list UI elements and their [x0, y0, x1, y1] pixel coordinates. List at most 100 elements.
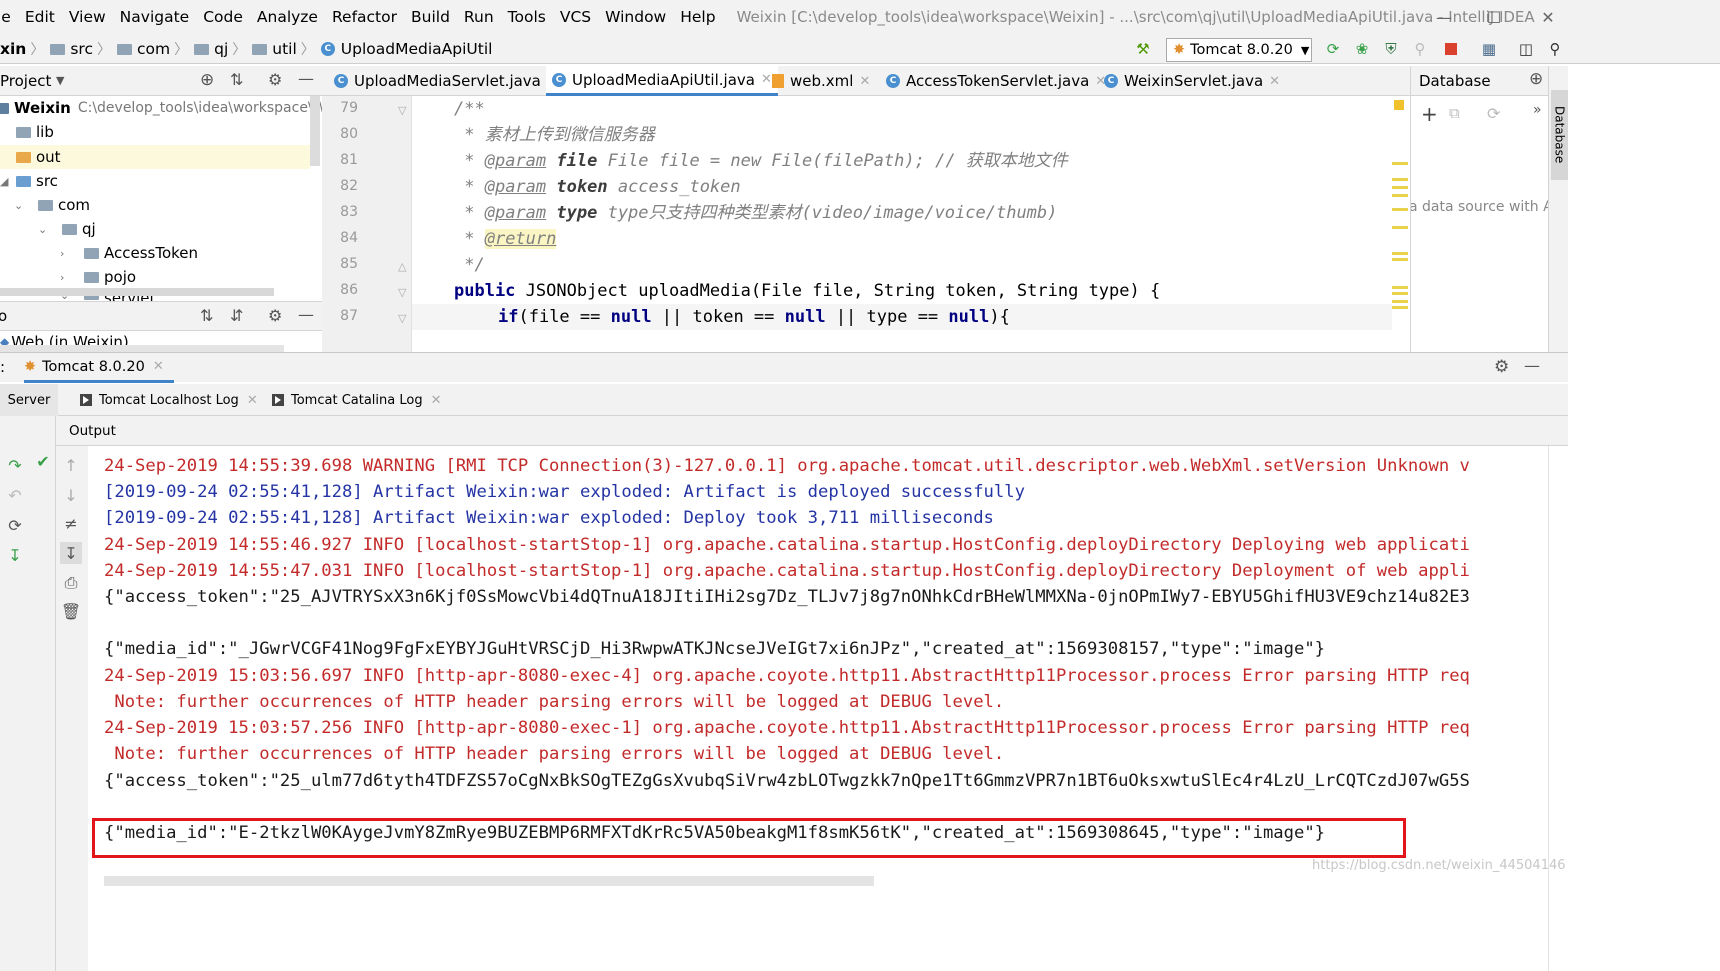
- stripe-mark[interactable]: [1392, 162, 1408, 165]
- refresh-icon[interactable]: ⟳: [1487, 104, 1500, 123]
- expand-all-icon[interactable]: ⇅: [200, 306, 213, 325]
- tree-node-src[interactable]: ◢ src: [0, 169, 58, 193]
- debug-bug-icon[interactable]: ❀: [1353, 40, 1371, 58]
- tree-node-lib[interactable]: lib: [16, 120, 54, 144]
- run-config-select[interactable]: ✸ Tomcat 8.0.20 ▼: [1166, 38, 1312, 62]
- menu-window[interactable]: Window: [598, 8, 673, 26]
- stripe-mark[interactable]: [1392, 300, 1408, 303]
- hide-panel-icon[interactable]: —: [298, 69, 314, 88]
- close-icon[interactable]: ✕: [859, 74, 870, 89]
- tab-server[interactable]: Server: [0, 384, 58, 416]
- refresh-icon[interactable]: ⟳: [4, 514, 26, 536]
- undeploy-icon[interactable]: ↶: [4, 484, 26, 506]
- scroll-to-end-icon[interactable]: ↧: [60, 542, 82, 564]
- tab-weixinservlet[interactable]: C WeixinServlet.java ✕: [1098, 66, 1286, 96]
- console-horizontal-scrollbar[interactable]: [104, 876, 874, 886]
- locate-target-icon[interactable]: ⊕: [200, 70, 214, 90]
- tab-uploadmediaservlet[interactable]: C UploadMediaServlet.java ✕: [328, 66, 564, 96]
- chevron-down-icon[interactable]: ▼: [56, 74, 64, 87]
- tab-tomcat-localhost-log[interactable]: Tomcat Localhost Log ✕: [80, 384, 258, 416]
- fold-icon[interactable]: △: [398, 260, 406, 273]
- tree-node-pojo[interactable]: › pojo: [60, 265, 136, 289]
- tree-node-root[interactable]: Weixin C:\develop_tools\idea\workspace\W…: [0, 96, 322, 120]
- stripe-mark[interactable]: [1392, 252, 1408, 255]
- breadcrumb-com[interactable]: com: [137, 40, 170, 58]
- menu-vcs[interactable]: VCS: [553, 8, 598, 26]
- print-icon[interactable]: ⎙: [60, 572, 82, 594]
- breadcrumb-project[interactable]: xin: [0, 40, 26, 58]
- coverage-icon[interactable]: ⛨: [1382, 40, 1400, 58]
- stripe-mark[interactable]: [1392, 258, 1408, 261]
- code-editor[interactable]: /** * 素材上传到微信服务器 * @param file File file…: [412, 96, 1392, 352]
- stripe-mark[interactable]: [1392, 186, 1408, 189]
- chevron-right-icon[interactable]: ›: [60, 271, 84, 284]
- fold-icon[interactable]: ▽: [398, 104, 406, 117]
- stripe-mark[interactable]: [1392, 306, 1408, 309]
- tab-uploadmediaapiutil[interactable]: C UploadMediaApiUtil.java ✕: [546, 66, 778, 96]
- more-icon[interactable]: »: [1533, 102, 1542, 118]
- collapse-all-icon[interactable]: ⇵: [230, 306, 243, 325]
- menu-view[interactable]: View: [62, 8, 113, 26]
- stripe-mark[interactable]: [1392, 292, 1408, 295]
- breadcrumb-src[interactable]: src: [70, 40, 93, 58]
- vertical-scrollbar[interactable]: [310, 96, 320, 166]
- minimize-icon[interactable]: —: [1416, 0, 1472, 34]
- stop-icon[interactable]: [1442, 40, 1460, 58]
- tab-run-tomcat[interactable]: ✸ Tomcat 8.0.20 ✕: [24, 353, 174, 383]
- menu-run[interactable]: Run: [457, 8, 501, 26]
- gear-icon[interactable]: ⚙: [1494, 357, 1509, 377]
- menu-build[interactable]: Build: [404, 8, 457, 26]
- tree-node-out[interactable]: out: [0, 145, 310, 169]
- tree-node-accesstoken[interactable]: › AccessToken: [60, 241, 198, 265]
- stripe-mark[interactable]: [1392, 286, 1408, 289]
- menu-refactor[interactable]: Refactor: [325, 8, 404, 26]
- chevron-down-icon[interactable]: ⌄: [38, 223, 62, 236]
- chevron-right-icon[interactable]: ›: [60, 247, 84, 260]
- stripe-mark[interactable]: [1392, 194, 1408, 197]
- chevron-down-icon[interactable]: ⌄: [14, 199, 38, 212]
- collapse-all-icon[interactable]: ⇅: [230, 70, 243, 89]
- hide-panel-icon[interactable]: —: [298, 305, 314, 324]
- tab-tomcat-catalina-log[interactable]: Tomcat Catalina Log ✕: [272, 384, 442, 416]
- maximize-icon[interactable]: ☐: [1466, 0, 1522, 34]
- locate-target-icon[interactable]: ⊕: [1529, 69, 1543, 89]
- menu-code[interactable]: Code: [196, 8, 250, 26]
- rerun-icon[interactable]: ⟳: [1324, 40, 1342, 58]
- breadcrumb-class[interactable]: UploadMediaApiUtil: [341, 40, 493, 58]
- close-window-icon[interactable]: ✕: [1520, 0, 1576, 34]
- close-icon[interactable]: ✕: [247, 393, 258, 408]
- breadcrumb-util[interactable]: util: [272, 40, 297, 58]
- close-icon[interactable]: ✕: [431, 393, 442, 408]
- menu-file[interactable]: le: [0, 8, 18, 26]
- update-deploy-icon[interactable]: ↷: [4, 454, 26, 476]
- project-view-select[interactable]: Project: [0, 72, 51, 90]
- arrow-down-icon[interactable]: ↓: [60, 484, 82, 506]
- chevron-down-icon[interactable]: ◢: [0, 175, 16, 188]
- arrow-up-icon[interactable]: ↑: [60, 454, 82, 476]
- warning-indicator-icon[interactable]: [1394, 100, 1404, 110]
- menu-navigate[interactable]: Navigate: [113, 8, 197, 26]
- close-icon[interactable]: ✕: [153, 359, 164, 374]
- menu-analyze[interactable]: Analyze: [250, 8, 325, 26]
- horizontal-scrollbar[interactable]: [0, 288, 274, 296]
- menu-tools[interactable]: Tools: [501, 8, 553, 26]
- trash-icon[interactable]: 🗑: [60, 600, 82, 622]
- fold-icon[interactable]: ▽: [398, 286, 406, 299]
- stripe-mark[interactable]: [1392, 178, 1408, 181]
- menu-help[interactable]: Help: [673, 8, 722, 26]
- search-icon[interactable]: ⚲: [1546, 40, 1564, 58]
- console-vertical-scrollbar[interactable]: [1548, 446, 1568, 971]
- breadcrumb-qj[interactable]: qj: [214, 40, 228, 58]
- deploy-all-icon[interactable]: ↧: [4, 544, 26, 566]
- close-icon[interactable]: ✕: [1269, 74, 1280, 89]
- tab-accesstokenservlet[interactable]: C AccessTokenServlet.java ✕: [880, 66, 1112, 96]
- tree-node-qj[interactable]: ⌄ qj: [38, 217, 96, 241]
- hide-panel-icon[interactable]: —: [1524, 356, 1540, 375]
- gear-icon[interactable]: ⚙: [268, 70, 282, 89]
- fold-icon[interactable]: ▽: [398, 312, 406, 325]
- gear-icon[interactable]: ⚙: [268, 306, 282, 325]
- copy-icon[interactable]: ⧉: [1449, 104, 1460, 122]
- terminal-window-icon[interactable]: ◫: [1517, 40, 1535, 58]
- menu-edit[interactable]: Edit: [18, 8, 62, 26]
- database-tool-tab[interactable]: Database: [1551, 90, 1568, 180]
